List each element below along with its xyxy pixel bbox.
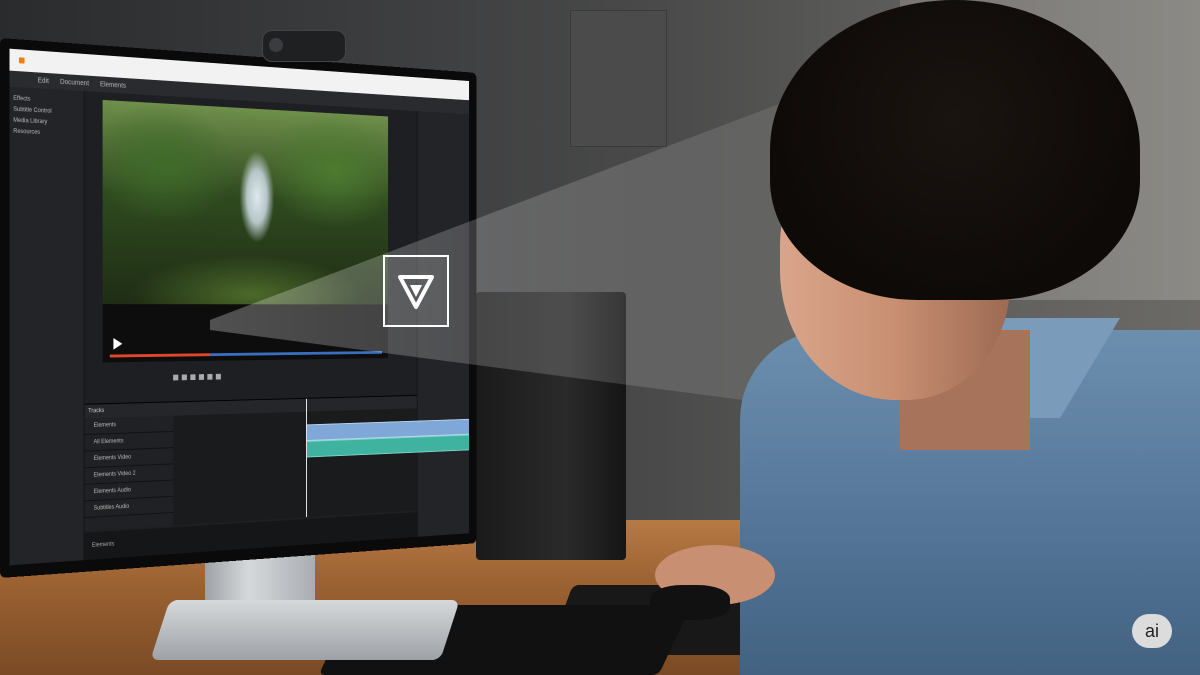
hair [770,0,1140,300]
scene: Edit Document Elements Effects Subtitle … [0,0,1200,675]
left-item-effects[interactable]: Effects [13,96,80,106]
app-logo-icon [18,57,25,64]
mouse [650,585,730,620]
menu-item-edit[interactable]: Edit [38,77,49,85]
monitor-base [150,600,460,660]
person [650,0,1200,675]
transport-button[interactable] [198,374,204,380]
center-area: Tracks Elements All Elements Elements Vi… [84,91,470,561]
wall-frame [570,10,667,147]
transport-button[interactable] [207,373,213,380]
logo-triangle-svg [398,275,434,309]
video-viewer[interactable] [102,99,389,363]
forest-waterfall-frame [102,99,389,305]
playhead[interactable] [306,398,307,518]
menu-item-elements[interactable]: Elements [100,81,126,89]
webcam-icon [262,30,346,62]
progress-fill [109,353,211,358]
playback-progress[interactable] [109,351,383,358]
left-item-subtitle[interactable]: Subtitle Control [13,107,80,117]
track-label[interactable]: Subtitles Audio [84,496,174,519]
transport-button[interactable] [181,374,187,381]
timeline-title: Tracks [88,408,105,415]
play-icon[interactable] [113,337,123,350]
left-item-media[interactable]: Media Library [13,118,80,127]
ai-badge-icon: ai [1132,614,1172,648]
status-text: Elements [91,541,115,549]
track-labels: Elements All Elements Elements Video Ele… [84,415,174,531]
speaker [476,292,626,560]
transport-controls [173,372,306,384]
transport-button[interactable] [215,373,221,380]
timeline: Tracks Elements All Elements Elements Vi… [84,394,470,531]
timeline-header: Tracks [84,395,417,419]
logo-triangle-icon [383,255,449,327]
menu-item-document[interactable]: Document [60,78,89,87]
transport-button[interactable] [173,374,179,381]
left-item-resources[interactable]: Resources [13,129,80,138]
left-panel: Effects Subtitle Control Media Library R… [9,86,85,566]
transport-button[interactable] [190,374,196,381]
webcam-lens [269,38,283,52]
ai-badge-label: ai [1144,620,1159,641]
